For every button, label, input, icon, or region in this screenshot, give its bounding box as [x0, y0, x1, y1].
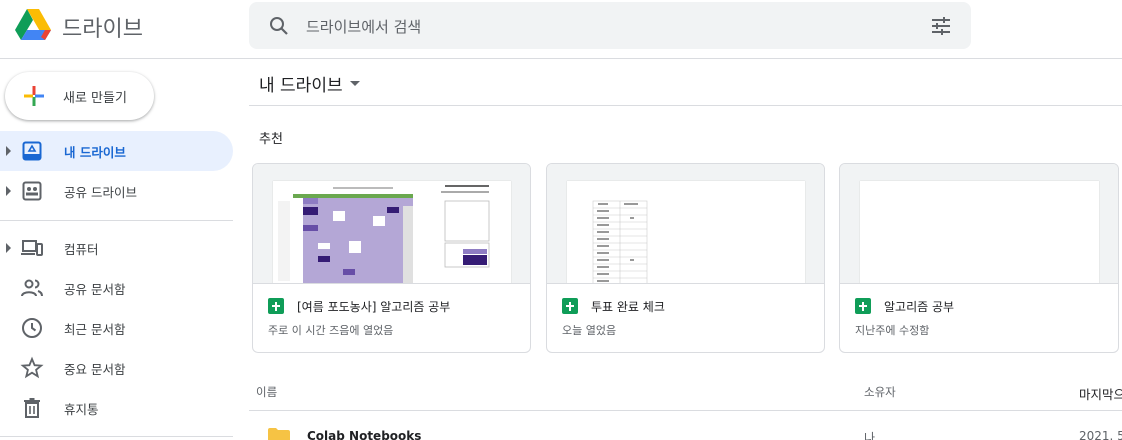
sidebar-item-label: 최근 문서함 — [64, 322, 126, 337]
drive-logo-icon[interactable] — [14, 7, 52, 43]
folder-icon — [268, 428, 290, 440]
new-button-label: 새로 만들기 — [63, 91, 127, 106]
card-activity: 주로 이 시간 즈음에 열었음 — [268, 324, 394, 337]
search-bar[interactable]: 드라이브에서 검색 — [249, 2, 971, 49]
sidebar-item-starred[interactable]: 중요 문서함 — [0, 348, 233, 388]
sidebar-item-my-drive[interactable]: 내 드라이브 — [0, 131, 233, 171]
file-thumbnail — [253, 164, 530, 284]
sidebar-item-label: 휴지통 — [64, 402, 99, 417]
sidebar-divider — [0, 220, 233, 221]
suggested-label: 추천 — [259, 132, 283, 147]
expand-arrow-icon[interactable] — [6, 243, 11, 253]
thumbnail-sheet-graphic — [278, 185, 490, 283]
computer-icon — [21, 240, 43, 256]
star-icon — [20, 356, 44, 379]
expand-arrow-icon[interactable] — [6, 186, 11, 196]
file-row-name[interactable]: Colab Notebooks — [307, 429, 421, 440]
card-activity: 지난주에 수정함 — [855, 324, 930, 337]
card-activity: 오늘 열었음 — [562, 324, 617, 337]
expand-arrow-icon[interactable] — [6, 146, 11, 156]
search-icon[interactable] — [267, 14, 291, 38]
column-header-last-modified[interactable]: 마지막으 — [1079, 384, 1122, 403]
thumbnail-sheet-graphic — [592, 200, 648, 283]
sidebar-item-label: 공유 드라이브 — [64, 185, 137, 200]
trash-icon — [24, 398, 40, 418]
suggested-file-card[interactable]: 투표 완료 체크 오늘 열었음 — [546, 163, 825, 353]
column-header-owner[interactable]: 소유자 — [864, 384, 896, 400]
new-button[interactable]: 새로 만들기 — [5, 72, 154, 120]
file-thumbnail — [547, 164, 824, 284]
sidebar-item-recent[interactable]: 최근 문서함 — [0, 308, 233, 348]
thumbnail-page — [860, 181, 1099, 283]
page-title[interactable]: 내 드라이브 — [259, 71, 343, 96]
my-drive-icon — [22, 141, 42, 161]
sheets-icon — [268, 298, 284, 314]
sidebar-item-shared-with-me[interactable]: 공유 문서함 — [0, 268, 233, 308]
top-bar: 드라이브 드라이브에서 검색 — [0, 0, 1122, 59]
suggested-file-card[interactable]: 알고리즘 공부 지난주에 수정함 — [839, 163, 1119, 353]
sidebar-item-label: 공유 문서함 — [64, 282, 126, 297]
clock-icon — [22, 318, 42, 338]
sidebar-item-computers[interactable]: 컴퓨터 — [0, 228, 233, 268]
thumbnail-page — [567, 181, 805, 283]
search-input[interactable]: 드라이브에서 검색 — [306, 16, 421, 37]
plus-icon — [24, 86, 44, 106]
sidebar-divider — [0, 436, 233, 437]
sheets-icon — [562, 298, 578, 314]
suggested-file-card[interactable]: [여름 포도농사] 알고리즘 공부 주로 이 시간 즈음에 열었음 — [252, 163, 531, 353]
sidebar-item-label: 내 드라이브 — [64, 145, 126, 160]
sidebar-item-shared-drives[interactable]: 공유 드라이브 — [0, 171, 233, 211]
card-file-name: [여름 포도농사] 알고리즘 공부 — [297, 300, 451, 314]
list-divider — [249, 410, 1122, 411]
sidebar-item-label: 컴퓨터 — [64, 242, 99, 257]
file-thumbnail — [840, 164, 1118, 284]
file-row-owner: 나 — [864, 431, 876, 440]
sidebar-item-trash[interactable]: 휴지통 — [0, 388, 233, 428]
file-row-modified: 2021. 5 — [1079, 429, 1122, 440]
shared-drives-icon — [22, 181, 42, 201]
people-icon — [21, 279, 43, 297]
sidebar-item-label: 중요 문서함 — [64, 362, 126, 377]
search-options-icon[interactable] — [929, 14, 953, 38]
thumbnail-page — [273, 181, 511, 283]
card-file-name: 투표 완료 체크 — [591, 300, 665, 314]
sheets-icon — [855, 298, 871, 314]
card-file-name: 알고리즘 공부 — [884, 300, 955, 314]
chevron-down-icon[interactable] — [350, 81, 360, 86]
app-title[interactable]: 드라이브 — [62, 11, 143, 43]
title-divider — [249, 105, 1122, 106]
column-header-name[interactable]: 이름 — [256, 384, 277, 400]
